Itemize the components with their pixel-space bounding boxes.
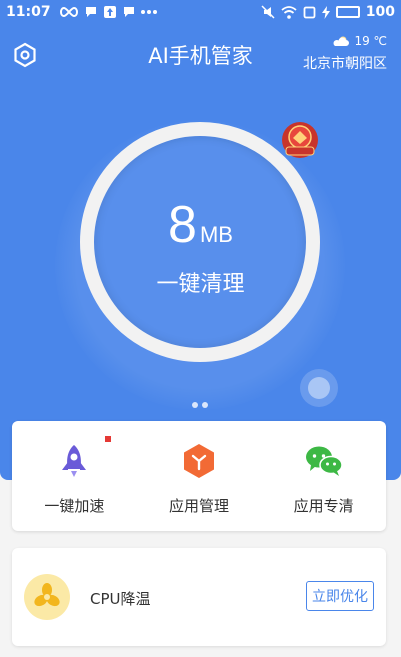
wifi-icon: [281, 5, 297, 19]
upload-icon: [103, 6, 116, 18]
wechat-icon: [305, 446, 343, 476]
fan-icon: [24, 574, 70, 620]
chat-bubble-icon: [85, 7, 96, 17]
promo-badge-icon[interactable]: [280, 120, 320, 160]
more-dots-icon: [140, 10, 157, 14]
page-dot: [192, 402, 198, 408]
status-bar: 11:07 100: [0, 0, 401, 24]
optimize-now-button[interactable]: 立即优化: [306, 581, 374, 611]
status-icons-right: 100: [261, 4, 395, 20]
cpu-cooling-card: CPU降温 立即优化: [12, 548, 386, 646]
cpu-cooling-title: CPU降温: [90, 590, 151, 608]
tool-app-manage[interactable]: 应用管理: [137, 421, 262, 531]
charging-icon: [321, 5, 330, 19]
one-click-clean-button[interactable]: 一键清理: [0, 266, 401, 298]
junk-size-value: 8: [168, 196, 197, 254]
cloud-sun-icon: [333, 36, 350, 46]
tool-app-manage-label: 应用管理: [169, 497, 230, 515]
weather-location: 北京市朝阳区: [303, 56, 387, 72]
new-badge-dot: [105, 436, 111, 442]
tool-app-clean-label: 应用专清: [293, 497, 354, 515]
status-icons-left: [59, 5, 157, 19]
app-manage-hexagon-icon: [184, 444, 214, 478]
battery-icon: [335, 6, 360, 18]
tools-card: 一键加速 应用管理 应用专清: [12, 421, 386, 531]
rocket-icon: [62, 445, 87, 477]
page-indicator: [192, 402, 208, 408]
infinity-icon: [59, 6, 78, 18]
status-time: 11:07: [6, 4, 51, 20]
weather-temperature: 19 ℃: [354, 34, 387, 48]
tool-app-clean[interactable]: 应用专清: [261, 421, 386, 531]
floating-ball[interactable]: [300, 369, 338, 407]
tool-speed-up[interactable]: 一键加速: [12, 421, 137, 531]
junk-size: 8 MB: [0, 195, 401, 255]
mute-icon: [261, 5, 275, 19]
tablet-icon: [303, 6, 316, 18]
page-dot: [202, 402, 208, 408]
chat-bubble-icon: [123, 7, 134, 17]
junk-size-unit: MB: [199, 222, 233, 247]
weather-widget[interactable]: 19 ℃ 北京市朝阳区: [303, 34, 387, 73]
battery-level: 100: [365, 4, 395, 20]
tool-speed-up-label: 一键加速: [44, 497, 105, 515]
